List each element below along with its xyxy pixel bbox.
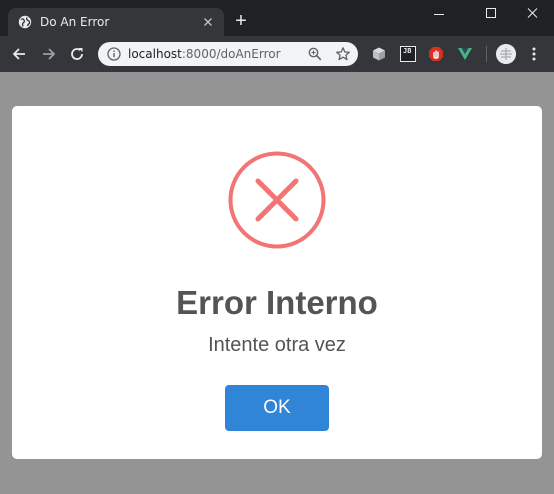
url-path: :8000/doAnError (181, 47, 281, 61)
star-icon[interactable] (335, 46, 351, 62)
box-extension-icon[interactable] (371, 46, 387, 62)
tab-do-an-error[interactable]: Do An Error (8, 8, 224, 36)
error-x-icon (228, 151, 326, 249)
globe-icon (18, 15, 32, 29)
tab-strip: Do An Error + (0, 0, 554, 36)
info-icon[interactable] (107, 47, 121, 61)
vue-devtools-extension-icon[interactable] (457, 46, 473, 62)
error-dialog: Error Interno Intente otra vez OK (12, 106, 542, 459)
profile-avatar-icon (496, 44, 516, 64)
minimize-icon[interactable] (416, 0, 462, 30)
dialog-message: Intente otra vez (208, 334, 346, 356)
tab-title: Do An Error (40, 15, 110, 29)
browser-toolbar: localhost:8000/doAnError JB (0, 36, 554, 72)
stop-hand-extension-icon[interactable] (428, 46, 444, 62)
window-close-icon[interactable] (508, 0, 554, 30)
forward-arrow-icon[interactable] (40, 45, 58, 63)
url-host: localhost (128, 47, 182, 61)
zoom-icon[interactable] (308, 47, 322, 61)
close-icon[interactable] (200, 14, 216, 30)
page-overlay: Error Interno Intente otra vez OK (0, 72, 554, 494)
toolbar-separator (486, 46, 487, 62)
address-bar[interactable]: localhost:8000/doAnError (98, 42, 358, 66)
maximize-icon[interactable] (462, 0, 508, 30)
avatar[interactable] (496, 44, 516, 64)
kebab-menu-icon[interactable] (530, 46, 538, 62)
ok-button[interactable]: OK (225, 385, 329, 431)
dialog-title: Error Interno (176, 284, 378, 321)
new-tab-button[interactable]: + (232, 11, 250, 31)
reload-icon[interactable] (68, 45, 86, 63)
back-arrow-icon[interactable] (10, 45, 28, 63)
url-text: localhost:8000/doAnError (128, 47, 281, 61)
jb-extension-icon[interactable]: JB (400, 46, 416, 62)
